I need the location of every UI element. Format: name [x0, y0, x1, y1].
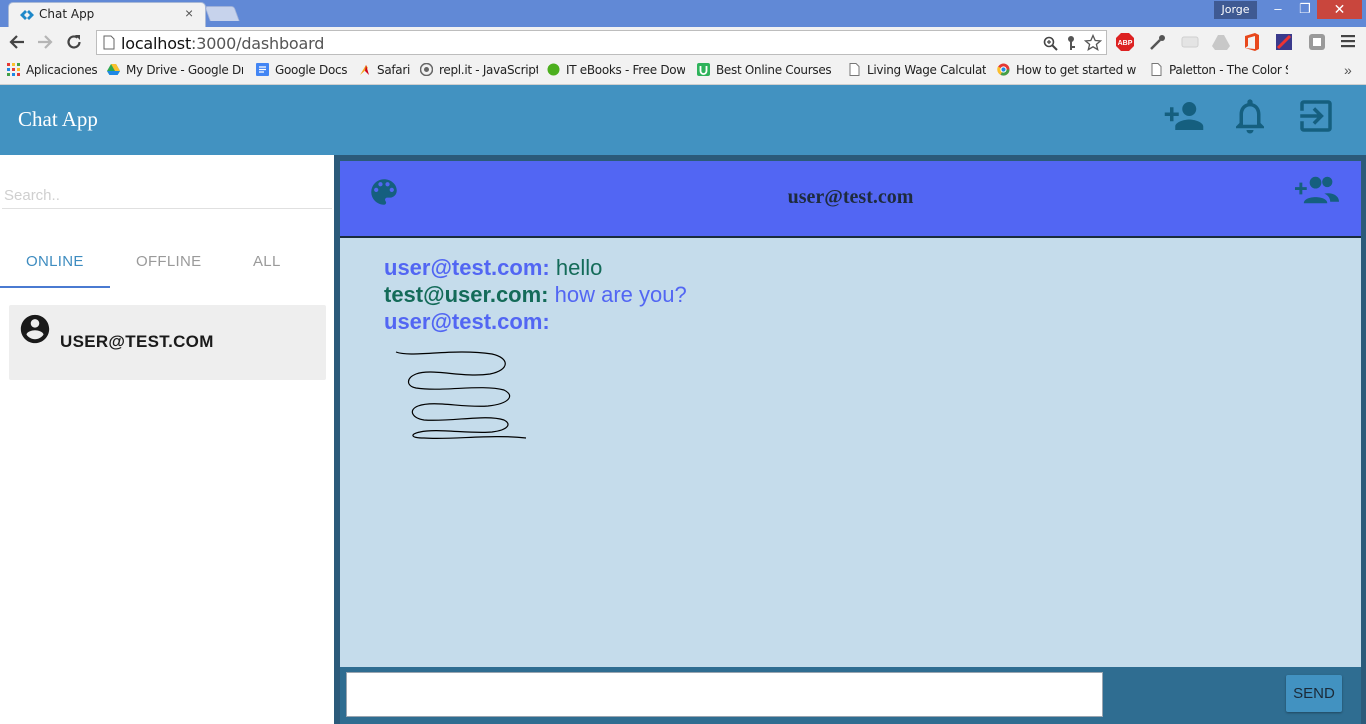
star-icon[interactable] [1084, 34, 1102, 52]
forward-arrow-icon[interactable] [36, 33, 54, 51]
bookmark-it-ebooks[interactable]: IT eBooks - Free Dow [547, 63, 685, 77]
message-composer: SEND [340, 667, 1361, 724]
replit-icon [420, 63, 433, 76]
contacts-sidebar: ONLINE OFFLINE ALL user@test.com [0, 155, 334, 724]
bookmark-paletton[interactable]: Paletton - The Color S [1150, 63, 1288, 77]
chat-header: user@test.com [340, 161, 1361, 236]
more-bookmarks-icon[interactable]: » [1344, 62, 1352, 78]
color-picker-ext-icon[interactable] [1274, 32, 1294, 52]
message-sender: test@user.com: [384, 282, 549, 307]
tab-close-icon[interactable]: × [185, 5, 193, 21]
back-arrow-icon[interactable] [8, 33, 26, 51]
person-add-icon[interactable] [1163, 95, 1205, 137]
bookmark-safari[interactable]: Safari [358, 63, 410, 77]
group-add-icon[interactable] [1295, 175, 1339, 205]
address-bar[interactable]: localhost:3000/dashboard [96, 30, 1107, 55]
safari-icon [360, 65, 369, 75]
maximize-button[interactable]: ❐ [1290, 0, 1320, 19]
browser-menu-icon[interactable] [1341, 33, 1355, 49]
tab-online[interactable]: ONLINE [26, 253, 84, 270]
active-tab-indicator [0, 286, 110, 288]
bookmark-best-online-courses[interactable]: Best Online Courses | [697, 63, 833, 77]
app-title: Chat App [18, 107, 98, 131]
drawing-attachment [395, 351, 527, 440]
bookmark-my-drive[interactable]: My Drive - Google Dri [107, 63, 243, 77]
page-icon [849, 63, 860, 76]
message-input[interactable] [346, 672, 1103, 717]
eyedropper-icon[interactable] [1148, 32, 1168, 52]
contact-list-item[interactable]: user@test.com [9, 305, 326, 380]
close-window-button[interactable]: ✕ [1317, 0, 1362, 19]
google-docs-icon [256, 63, 269, 76]
page-icon [103, 35, 115, 50]
app-bar: Chat App [0, 85, 1366, 155]
udemy-icon [697, 63, 710, 76]
zoom-icon[interactable] [1043, 36, 1058, 51]
extension-square-icon[interactable] [1307, 32, 1327, 52]
bookmark-aplicaciones[interactable]: Aplicaciones [7, 63, 97, 77]
contact-name: user@test.com [60, 332, 214, 351]
message-sender: user@test.com: [384, 309, 550, 334]
extension-grey-icon[interactable] [1180, 32, 1200, 52]
browser-tab-chat-app[interactable]: Chat App × [8, 2, 206, 27]
exit-icon[interactable] [1295, 95, 1337, 137]
office-icon[interactable] [1242, 32, 1262, 52]
minimize-button[interactable]: – [1263, 0, 1293, 19]
bookmarks-bar: Aplicaciones My Drive - Google Dri Googl… [0, 58, 1366, 85]
chat-message: user@test.com: [384, 308, 550, 335]
browser-titlebar: Chat App × Jorge – ❐ ✕ [0, 0, 1366, 27]
chat-message: user@test.com: hello [384, 254, 602, 281]
profile-button[interactable]: Jorge [1214, 1, 1257, 19]
search-input[interactable] [2, 183, 332, 209]
new-tab-button[interactable] [204, 6, 240, 21]
bookmark-google-docs[interactable]: Google Docs [256, 63, 348, 77]
message-list: user@test.com: hello test@user.com: how … [340, 238, 1361, 667]
bookmark-how-to-get-started[interactable]: How to get started wi [997, 63, 1137, 77]
browser-toolbar: localhost:3000/dashboard ABP [0, 27, 1366, 58]
tab-all[interactable]: ALL [253, 253, 281, 270]
apps-grid-icon [7, 63, 20, 76]
key-icon[interactable] [1065, 35, 1077, 51]
message-sender: user@test.com: [384, 255, 550, 280]
message-text: how are you? [554, 282, 687, 307]
account-circle-icon [20, 314, 50, 344]
tab-title: Chat App [39, 7, 95, 21]
bookmark-replit[interactable]: repl.it - JavaScript [420, 63, 538, 77]
page-icon [1151, 63, 1162, 76]
send-button[interactable]: SEND [1286, 675, 1342, 712]
google-drive-icon [107, 64, 120, 75]
url-text: localhost:3000/dashboard [121, 34, 325, 53]
message-text: hello [555, 255, 603, 280]
google-drive-ext-icon[interactable] [1211, 32, 1231, 52]
app-favicon-icon [20, 10, 34, 20]
reload-icon[interactable] [65, 33, 83, 51]
bookmark-living-wage[interactable]: Living Wage Calculato [848, 63, 986, 77]
chat-message: test@user.com: how are you? [384, 281, 687, 308]
bell-icon[interactable] [1229, 95, 1271, 137]
svg-text:ABP: ABP [1118, 40, 1133, 47]
adblock-icon[interactable]: ABP [1115, 32, 1135, 52]
chat-title: user@test.com [787, 186, 914, 208]
chrome-icon [997, 63, 1010, 76]
tab-offline[interactable]: OFFLINE [136, 253, 201, 270]
green-dot-icon [547, 63, 560, 76]
